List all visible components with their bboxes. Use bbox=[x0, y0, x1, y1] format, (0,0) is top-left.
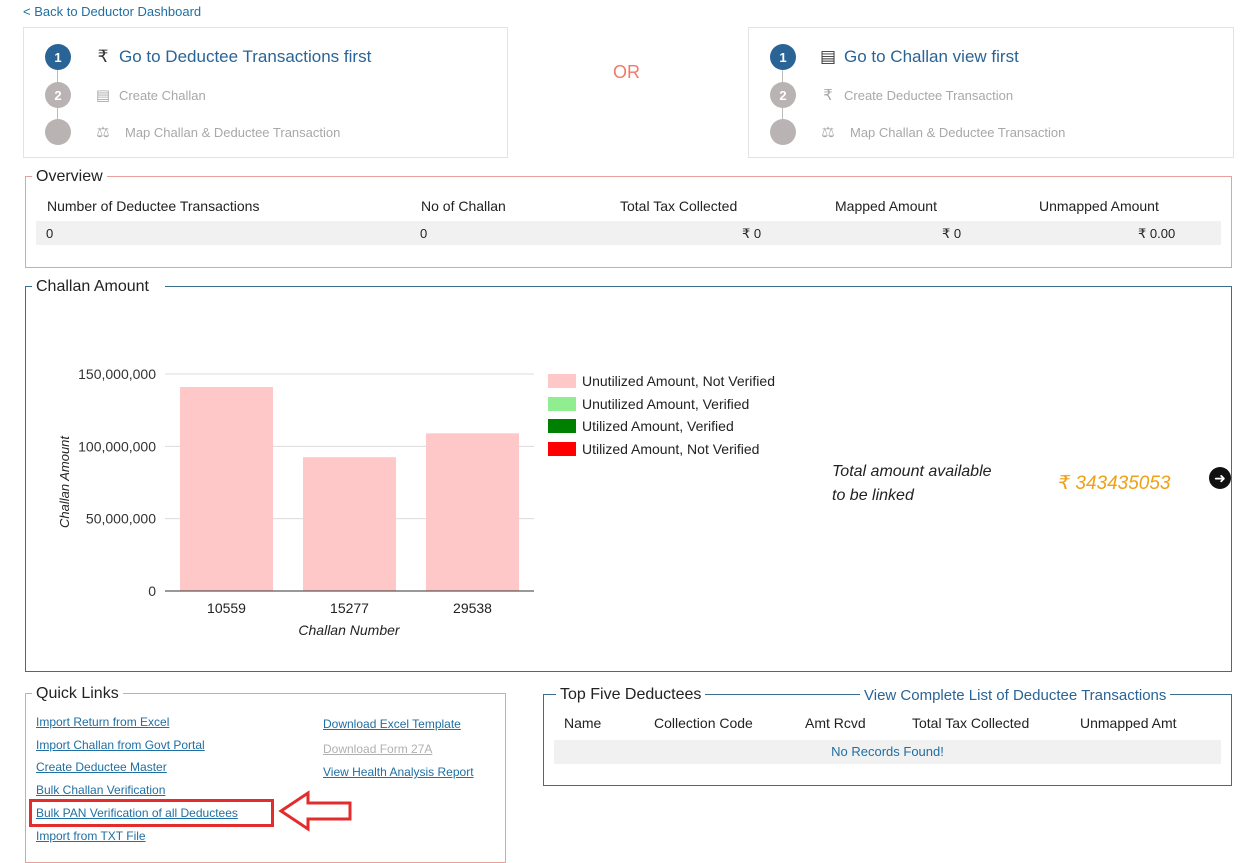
legend-item[interactable]: Unutilized Amount, Not Verified bbox=[548, 373, 775, 389]
legend-item[interactable]: Unutilized Amount, Verified bbox=[548, 396, 749, 412]
legend-label: Unutilized Amount, Verified bbox=[582, 395, 750, 412]
legend-label: Unutilized Amount, Not Verified bbox=[582, 373, 775, 389]
download-excel-template-link[interactable]: Download Excel Template bbox=[323, 717, 461, 731]
arrow-right-circle-icon[interactable]: ➜ bbox=[1209, 467, 1231, 489]
legend-item[interactable]: Utilized Amount, Not Verified bbox=[548, 441, 759, 457]
total-label-line1: Total amount available bbox=[832, 463, 992, 480]
legend-swatch bbox=[548, 374, 576, 388]
quick-links-legend: Quick Links bbox=[32, 685, 123, 703]
td-header-collection-code: Collection Code bbox=[654, 715, 753, 731]
download-form-27a-link: Download Form 27A bbox=[323, 742, 433, 756]
total-label-line2: to be linked bbox=[832, 487, 914, 504]
x-tick-label: 10559 bbox=[207, 600, 246, 616]
y-axis-label: Challan Amount bbox=[57, 435, 72, 528]
y-tick-label: 150,000,000 bbox=[78, 366, 156, 382]
legend-label: Utilized Amount, Verified bbox=[582, 418, 734, 434]
td-header-unmapped: Unmapped Amt bbox=[1080, 715, 1177, 731]
x-tick-label: 29538 bbox=[453, 600, 492, 616]
td-header-total-tax: Total Tax Collected bbox=[912, 715, 1030, 731]
y-tick-label: 50,000,000 bbox=[86, 511, 156, 527]
bar-10559[interactable] bbox=[180, 387, 273, 591]
bulk-challan-verification-link[interactable]: Bulk Challan Verification bbox=[36, 783, 165, 797]
legend-swatch bbox=[548, 441, 576, 456]
view-health-analysis-link[interactable]: View Health Analysis Report bbox=[323, 765, 474, 779]
import-challan-govt-link[interactable]: Import Challan from Govt Portal bbox=[36, 738, 205, 752]
td-header-name: Name bbox=[564, 715, 602, 731]
arrow-left-icon bbox=[278, 790, 352, 832]
total-available-label: Total amount available to be linked bbox=[832, 460, 992, 508]
y-tick-label: 100,000,000 bbox=[78, 438, 156, 454]
no-records-message: No Records Found! bbox=[554, 740, 1221, 764]
td-header-amt-rcvd: Amt Rcvd bbox=[805, 715, 866, 731]
x-axis-label: Challan Number bbox=[298, 622, 400, 638]
y-tick-label: 0 bbox=[148, 583, 156, 599]
bar-15277[interactable] bbox=[303, 457, 396, 591]
top-deductees-legend: Top Five Deductees bbox=[556, 686, 706, 704]
x-tick-label: 15277 bbox=[330, 600, 369, 616]
legend-item[interactable]: Utilized Amount, Verified bbox=[548, 418, 734, 434]
create-deductee-master-link[interactable]: Create Deductee Master bbox=[36, 760, 167, 774]
total-available-value: ₹ 343435053 bbox=[1058, 472, 1170, 495]
import-txt-file-link[interactable]: Import from TXT File bbox=[36, 829, 146, 843]
highlight-box bbox=[29, 799, 274, 827]
rupee-icon: ₹ bbox=[1058, 473, 1071, 494]
legend-swatch bbox=[548, 396, 576, 411]
bar-29538[interactable] bbox=[426, 433, 519, 591]
import-return-excel-link[interactable]: Import Return from Excel bbox=[36, 715, 169, 729]
legend-swatch bbox=[548, 419, 576, 433]
view-complete-list-link[interactable]: View Complete List of Deductee Transacti… bbox=[860, 687, 1171, 704]
legend-label: Utilized Amount, Not Verified bbox=[582, 440, 760, 457]
total-amount: 343435053 bbox=[1075, 473, 1171, 494]
